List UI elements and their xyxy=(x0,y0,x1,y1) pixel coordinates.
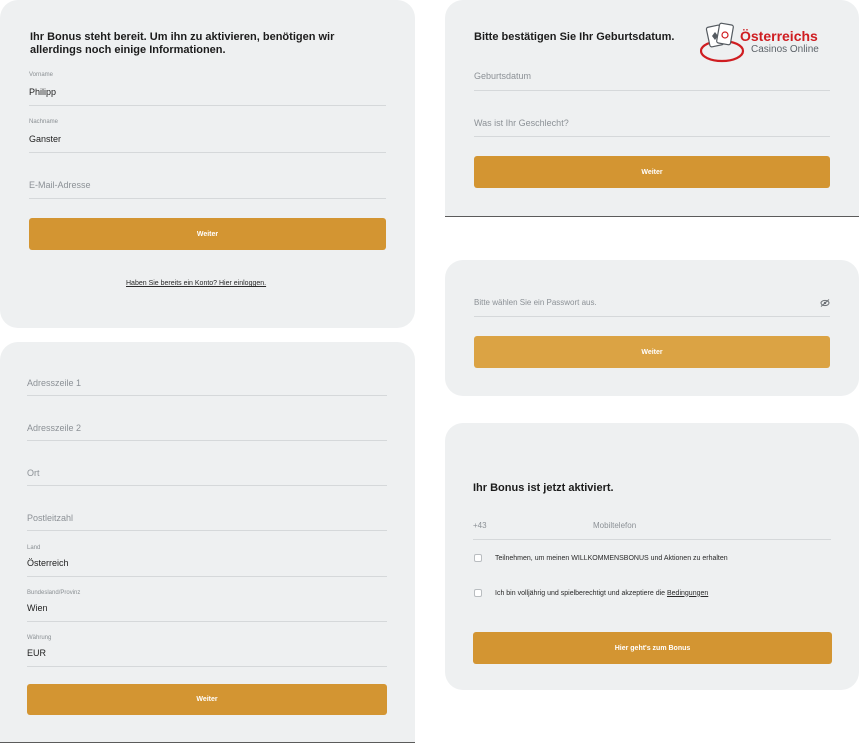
zip-placeholder: Postleitzahl xyxy=(27,513,74,523)
country-value: Österreich xyxy=(27,558,69,568)
phone-prefix: +43 xyxy=(473,521,487,530)
brand-logo: Österreichs Casinos Online xyxy=(700,22,832,64)
consent-text: Teilnehmen, um meinen WILLKOMMENSBONUS u… xyxy=(495,554,728,562)
brand-line2: Casinos Online xyxy=(751,44,819,55)
firstname-field[interactable]: Vorname Philipp xyxy=(29,70,386,106)
currency-field[interactable]: Währung EUR xyxy=(27,633,387,667)
personal-info-card: Ihr Bonus steht bereit. Um ihn zu aktivi… xyxy=(0,0,415,328)
currency-label: Währung xyxy=(27,635,52,641)
gender-field[interactable]: Was ist Ihr Geschlecht? xyxy=(474,110,830,137)
lastname-label: Nachname xyxy=(29,119,59,125)
continue-button[interactable]: Weiter xyxy=(474,156,830,188)
login-link[interactable]: Haben Sie bereits ein Konto? Hier einlog… xyxy=(126,280,266,287)
continue-button[interactable]: Weiter xyxy=(27,684,387,715)
lastname-value: Ganster xyxy=(29,134,62,144)
continue-button[interactable]: Weiter xyxy=(29,218,386,250)
city-placeholder: Ort xyxy=(27,468,40,478)
birthdate-field[interactable]: Geburtsdatum xyxy=(474,64,830,91)
address2-field[interactable]: Adresszeile 2 xyxy=(27,413,387,441)
currency-value: EUR xyxy=(27,648,47,658)
gender-placeholder: Was ist Ihr Geschlecht? xyxy=(474,118,569,128)
firstname-label: Vorname xyxy=(29,72,54,78)
email-field[interactable]: E-Mail-Adresse xyxy=(29,172,386,199)
state-value: Wien xyxy=(27,603,48,613)
birthdate-placeholder: Geburtsdatum xyxy=(474,71,532,81)
firstname-value: Philipp xyxy=(29,87,57,97)
password-field[interactable]: Bitte wählen Sie ein Passwort aus. xyxy=(474,290,830,317)
state-field[interactable]: Bundesland/Provinz Wien xyxy=(27,588,387,622)
password-card: Bitte wählen Sie ein Passwort aus. Weite… xyxy=(445,260,859,396)
address1-placeholder: Adresszeile 1 xyxy=(27,378,82,388)
phone-field[interactable]: +43 Mobiltelefon xyxy=(473,514,831,540)
city-field[interactable]: Ort xyxy=(27,458,387,486)
bonus-button[interactable]: Hier geht's zum Bonus xyxy=(473,632,832,664)
country-field[interactable]: Land Österreich xyxy=(27,543,387,577)
bonus-activated-card: Ihr Bonus ist jetzt aktiviert. +43 Mobil… xyxy=(445,423,859,690)
state-label: Bundesland/Provinz xyxy=(27,590,81,596)
terms-text: Ich bin volljährig und spielberechtigt u… xyxy=(495,589,667,597)
address1-field[interactable]: Adresszeile 1 xyxy=(27,368,387,396)
address-card: Adresszeile 1 Adresszeile 2 Ort Postleit… xyxy=(0,342,415,743)
phone-placeholder: Mobiltelefon xyxy=(593,521,637,530)
consent-checkbox[interactable] xyxy=(474,554,482,562)
terms-checkbox[interactable] xyxy=(474,589,482,597)
continue-button[interactable]: Weiter xyxy=(474,336,830,368)
card-title: Ihr Bonus ist jetzt aktiviert. xyxy=(473,482,614,494)
brand-line1: Österreichs xyxy=(740,28,818,44)
terms-link[interactable]: Bedingungen xyxy=(667,590,708,597)
card-title: Bitte bestätigen Sie Ihr Geburtsdatum. xyxy=(474,31,675,43)
eye-slash-icon[interactable] xyxy=(820,299,830,307)
consent-checkbox-row[interactable]: Teilnehmen, um meinen WILLKOMMENSBONUS u… xyxy=(474,554,728,562)
terms-checkbox-row[interactable]: Ich bin volljährig und spielberechtigt u… xyxy=(474,589,708,597)
password-placeholder: Bitte wählen Sie ein Passwort aus. xyxy=(474,298,597,307)
address2-placeholder: Adresszeile 2 xyxy=(27,423,82,433)
card-title: Ihr Bonus steht bereit. Um ihn zu aktivi… xyxy=(30,31,335,56)
email-placeholder: E-Mail-Adresse xyxy=(29,180,91,190)
country-label: Land xyxy=(27,545,41,551)
zip-field[interactable]: Postleitzahl xyxy=(27,503,387,531)
lastname-field[interactable]: Nachname Ganster xyxy=(29,117,386,153)
